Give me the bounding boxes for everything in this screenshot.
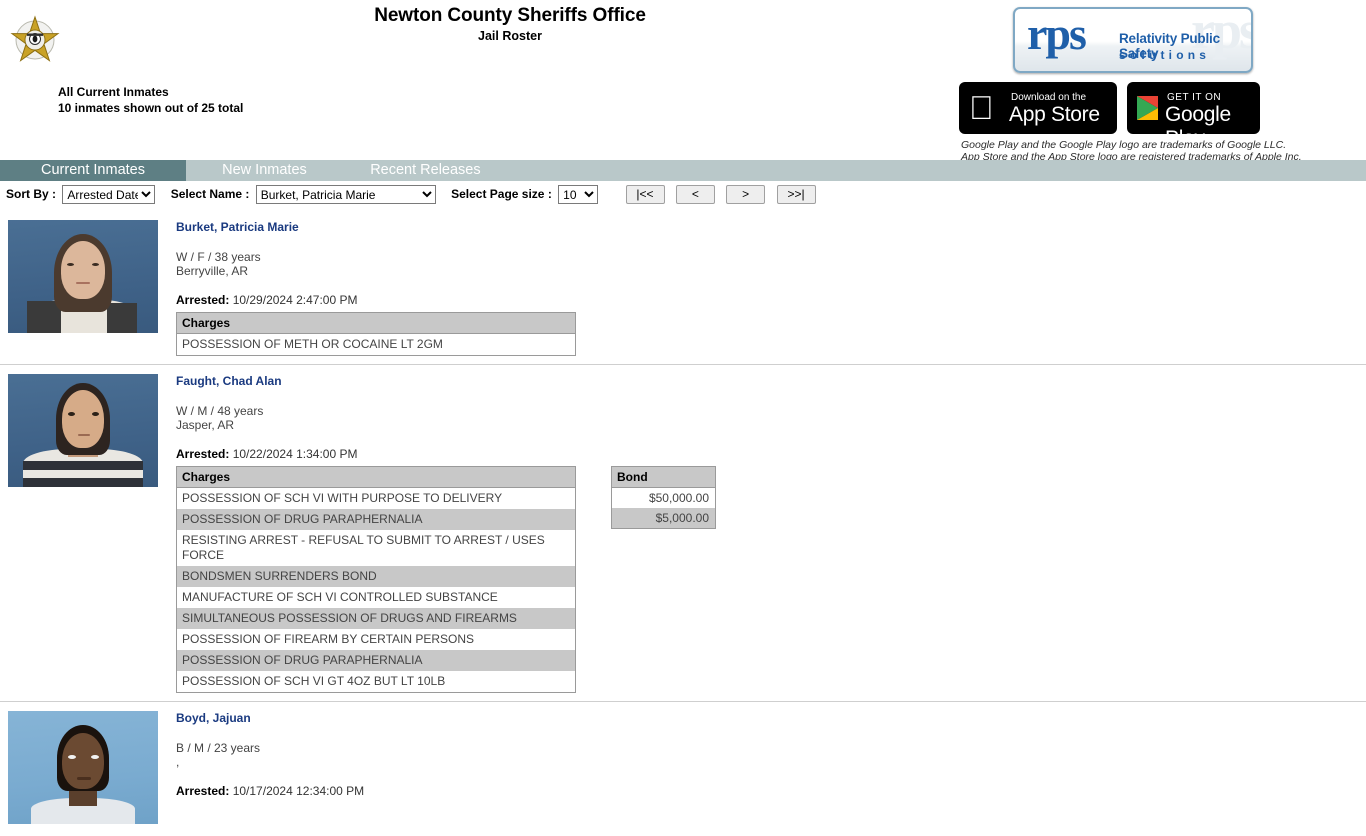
table-row: POSSESSION OF SCH VI WITH PURPOSE TO DEL… bbox=[176, 487, 576, 509]
inmate-roster-list: Burket, Patricia Marie W / F / 38 years … bbox=[0, 211, 1366, 836]
title-block: Newton County Sheriffs Office Jail Roste… bbox=[0, 5, 1020, 45]
inmate-mugshot[interactable] bbox=[8, 374, 158, 487]
inmate-details: Burket, Patricia Marie W / F / 38 years … bbox=[176, 217, 1366, 356]
previous-page-button[interactable]: < bbox=[675, 185, 715, 204]
rps-wordmark: rps bbox=[1027, 8, 1087, 59]
table-row: POSSESSION OF DRUG PARAPHERNALIA bbox=[176, 650, 576, 671]
tab-recent-releases[interactable]: Recent Releases bbox=[343, 160, 508, 181]
table-row: MANUFACTURE OF SCH VI CONTROLLED SUBSTAN… bbox=[176, 587, 576, 608]
rps-logo: rps rps Relativity Public Safety solutio… bbox=[1013, 7, 1253, 73]
bond-cell: $5,000.00 bbox=[611, 508, 716, 529]
rps-tagline-secondary: solutions bbox=[1119, 48, 1211, 62]
pagination-controls: |<< < > >>| bbox=[625, 185, 824, 204]
app-store-bottom-label: App Store bbox=[1009, 103, 1100, 126]
roster-scope: All Current Inmates bbox=[58, 85, 169, 99]
select-name-dropdown[interactable]: Burket, Patricia Marie bbox=[255, 185, 436, 204]
arrested-value: 10/29/2024 2:47:00 PM bbox=[232, 293, 358, 307]
inmate-name-link[interactable]: Faught, Chad Alan bbox=[176, 374, 282, 388]
bond-cell: $50,000.00 bbox=[611, 487, 716, 508]
table-row: $5,000.00 bbox=[611, 508, 716, 529]
inmate-details: Boyd, Jajuan B / M / 23 years , Arrested… bbox=[176, 708, 1366, 826]
next-page-button[interactable]: > bbox=[726, 185, 766, 204]
filter-toolbar: Sort By : Arrested Date Select Name : Bu… bbox=[0, 181, 1366, 211]
google-play-bottom-label: Google Play bbox=[1165, 103, 1231, 134]
roster-summary: All Current Inmates 10 inmates shown out… bbox=[58, 84, 243, 116]
charges-and-bond: Charges POSSESSION OF METH OR COCAINE LT… bbox=[176, 312, 1366, 356]
inmate-record: Faught, Chad Alan W / M / 48 years Jaspe… bbox=[0, 365, 1366, 702]
page-title: Newton County Sheriffs Office bbox=[374, 5, 646, 26]
charges-header: Charges bbox=[176, 466, 576, 488]
charge-cell: POSSESSION OF METH OR COCAINE LT 2GM bbox=[176, 333, 576, 356]
charge-cell: POSSESSION OF FIREARM BY CERTAIN PERSONS bbox=[176, 629, 576, 650]
charge-cell: BONDSMEN SURRENDERS BOND bbox=[176, 566, 576, 587]
bond-table: Bond $50,000.00 $5,000.00 bbox=[611, 466, 716, 529]
table-row: RESISTING ARREST - REFUSAL TO SUBMIT TO … bbox=[176, 530, 576, 566]
tab-bar: Current Inmates New Inmates Recent Relea… bbox=[0, 160, 1366, 181]
google-play-button[interactable]: GET IT ON Google Play bbox=[1127, 82, 1260, 134]
inmate-record: Burket, Patricia Marie W / F / 38 years … bbox=[0, 211, 1366, 365]
inmate-demographics: B / M / 23 years bbox=[176, 741, 261, 755]
arrested-label: Arrested: bbox=[176, 447, 230, 461]
inmate-location: , bbox=[176, 755, 180, 769]
bond-header: Bond bbox=[611, 466, 716, 488]
inmate-demographics: W / F / 38 years bbox=[176, 250, 261, 264]
sort-by-select[interactable]: Arrested Date bbox=[62, 185, 156, 204]
charge-cell: MANUFACTURE OF SCH VI CONTROLLED SUBSTAN… bbox=[176, 587, 576, 608]
sort-by-label: Sort By : bbox=[6, 186, 57, 201]
tab-new-inmates[interactable]: New Inmates bbox=[190, 160, 338, 181]
charge-cell: POSSESSION OF DRUG PARAPHERNALIA bbox=[176, 650, 576, 671]
table-row: POSSESSION OF FIREARM BY CERTAIN PERSONS bbox=[176, 629, 576, 650]
charges-and-bond: Charges POSSESSION OF SCH VI WITH PURPOS… bbox=[176, 466, 1366, 693]
arrested-label: Arrested: bbox=[176, 293, 230, 307]
first-page-button[interactable]: |<< bbox=[625, 185, 665, 204]
charge-cell: POSSESSION OF DRUG PARAPHERNALIA bbox=[176, 509, 576, 530]
charges-table: Charges POSSESSION OF METH OR COCAINE LT… bbox=[176, 312, 576, 356]
inmate-arrested: Arrested: 10/17/2024 12:34:00 PM bbox=[176, 784, 1366, 798]
page-header: Newton County Sheriffs Office Jail Roste… bbox=[0, 0, 1366, 163]
arrested-label: Arrested: bbox=[176, 784, 230, 798]
charge-cell: POSSESSION OF SCH VI GT 4OZ BUT LT 10LB bbox=[176, 671, 576, 693]
inmate-name-link[interactable]: Boyd, Jajuan bbox=[176, 711, 251, 725]
inmate-record: Boyd, Jajuan B / M / 23 years , Arrested… bbox=[0, 702, 1366, 836]
app-store-button[interactable]:  Download on the App Store bbox=[959, 82, 1117, 134]
table-row: POSSESSION OF DRUG PARAPHERNALIA bbox=[176, 509, 576, 530]
inmate-arrested: Arrested: 10/22/2024 1:34:00 PM bbox=[176, 447, 1366, 461]
page-subtitle: Jail Roster bbox=[478, 29, 542, 43]
roster-count: 10 inmates shown out of 25 total bbox=[58, 101, 244, 115]
inmate-arrested: Arrested: 10/29/2024 2:47:00 PM bbox=[176, 293, 1366, 307]
tab-current-inmates[interactable]: Current Inmates bbox=[0, 160, 186, 181]
table-row: POSSESSION OF SCH VI GT 4OZ BUT LT 10LB bbox=[176, 671, 576, 693]
arrested-value: 10/22/2024 1:34:00 PM bbox=[232, 447, 358, 461]
page-size-select[interactable]: 10 bbox=[558, 185, 599, 204]
select-name-label: Select Name : bbox=[170, 186, 250, 201]
table-row: BONDSMEN SURRENDERS BOND bbox=[176, 566, 576, 587]
inmate-details: Faught, Chad Alan W / M / 48 years Jaspe… bbox=[176, 371, 1366, 693]
charge-cell: RESISTING ARREST - REFUSAL TO SUBMIT TO … bbox=[176, 530, 576, 566]
inmate-location: Jasper, AR bbox=[176, 418, 235, 432]
trademark-line-google: Google Play and the Google Play logo are… bbox=[961, 139, 1287, 151]
table-row: SIMULTANEOUS POSSESSION OF DRUGS AND FIR… bbox=[176, 608, 576, 629]
inmate-name-link[interactable]: Burket, Patricia Marie bbox=[176, 220, 299, 234]
inmate-demographics: W / M / 48 years bbox=[176, 404, 264, 418]
page-size-label: Select Page size : bbox=[451, 186, 552, 201]
last-page-button[interactable]: >>| bbox=[776, 185, 816, 204]
charge-cell: SIMULTANEOUS POSSESSION OF DRUGS AND FIR… bbox=[176, 608, 576, 629]
apple-logo-icon:  bbox=[969, 91, 994, 124]
table-row: POSSESSION OF METH OR COCAINE LT 2GM bbox=[176, 333, 576, 356]
charges-table: Charges POSSESSION OF SCH VI WITH PURPOS… bbox=[176, 466, 576, 693]
inmate-mugshot[interactable] bbox=[8, 220, 158, 333]
charge-cell: POSSESSION OF SCH VI WITH PURPOSE TO DEL… bbox=[176, 487, 576, 509]
table-row: $50,000.00 bbox=[611, 487, 716, 508]
charges-header: Charges bbox=[176, 312, 576, 334]
inmate-location: Berryville, AR bbox=[176, 264, 249, 278]
arrested-value: 10/17/2024 12:34:00 PM bbox=[232, 784, 365, 798]
